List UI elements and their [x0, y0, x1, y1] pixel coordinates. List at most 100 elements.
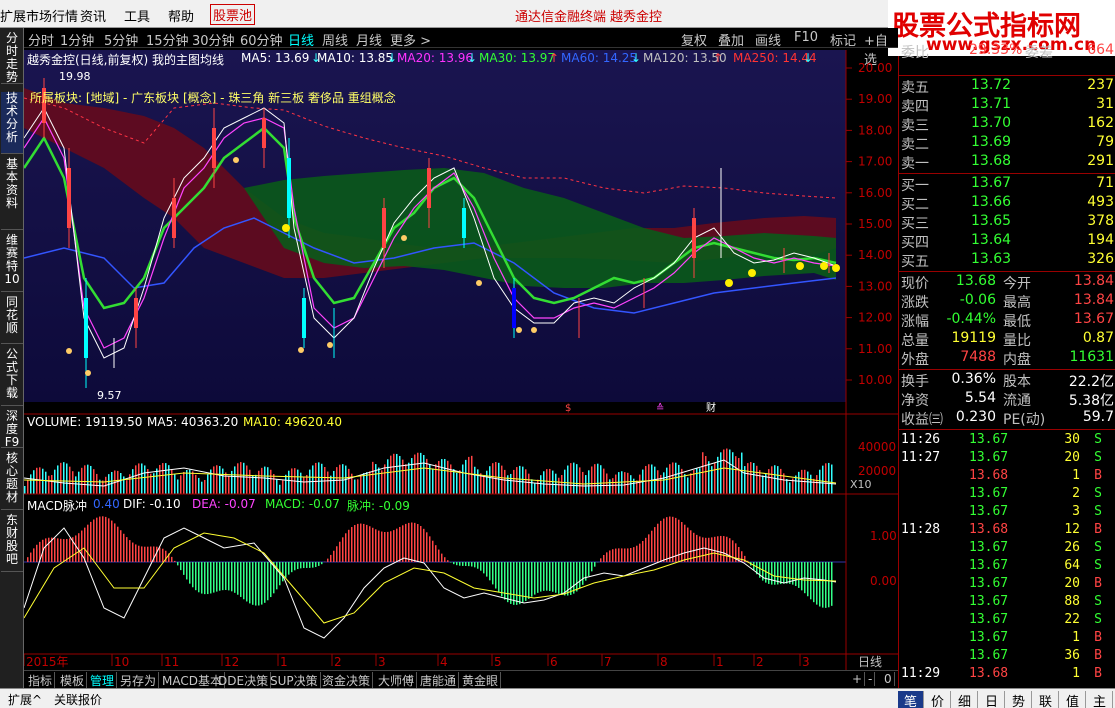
- quote-tab-6[interactable]: 值: [1060, 691, 1086, 708]
- quote-tab-7[interactable]: 主: [1087, 691, 1113, 708]
- zoom-button-0[interactable]: +: [850, 672, 866, 686]
- indicator-tab-10[interactable]: 黄金眼: [460, 672, 502, 689]
- macd-bar: [807, 562, 809, 597]
- restore-rights-button[interactable]: 复权: [681, 30, 707, 49]
- volume-bar: [222, 468, 224, 494]
- dif-label: DIF: -0.10: [123, 497, 181, 511]
- menu-extended-market[interactable]: 扩展市场行情: [0, 6, 78, 25]
- fundamental-row-label: 净资: [901, 393, 929, 409]
- bid-row[interactable]: 买五 13.63 326: [899, 251, 1115, 270]
- volume-bar: [417, 452, 419, 494]
- volume-bar: [87, 464, 89, 494]
- indicator-tab-9[interactable]: 唐能通: [418, 672, 460, 689]
- indicator-tab-6[interactable]: SUP决策: [268, 672, 321, 689]
- volume-bar: [261, 467, 263, 494]
- indicator-tab-3[interactable]: 另存为: [118, 672, 160, 689]
- macd-bar: [144, 546, 146, 562]
- period-5min[interactable]: 5分钟: [104, 30, 138, 49]
- event-marker[interactable]: ≙: [656, 402, 664, 414]
- tab-core-theme[interactable]: 核心题材: [1, 452, 23, 510]
- period-intraday[interactable]: 分时: [28, 30, 54, 49]
- tab-technical[interactable]: 技术分析: [1, 92, 23, 154]
- period-60min[interactable]: 60分钟: [240, 30, 283, 49]
- menu-stock-pool[interactable]: 股票池: [210, 4, 256, 25]
- ask-row[interactable]: 卖二 13.69 79: [899, 134, 1115, 153]
- indicator-tab-0[interactable]: 指标: [26, 672, 56, 689]
- ask-row[interactable]: 卖五 13.72 237: [899, 77, 1115, 96]
- left-side-tabs: 分时走势 技术分析 基本资料 维赛特10 同花顺 公式下载 深度F9 核心题材 …: [0, 28, 24, 688]
- tab-eastmoney-bar[interactable]: 东财股吧: [1, 514, 23, 572]
- macd-bar: [753, 562, 755, 571]
- menu-tools[interactable]: 工具: [124, 6, 150, 25]
- tab-weisaite[interactable]: 维赛特10: [1, 234, 23, 292]
- tick-volume: 3: [1072, 504, 1080, 519]
- tab-tonghuashun[interactable]: 同花顺: [1, 296, 23, 344]
- period-1min[interactable]: 1分钟: [60, 30, 94, 49]
- fundamental-row-value: 0.36%: [951, 371, 996, 387]
- quote-tab-3[interactable]: 日: [979, 691, 1005, 708]
- indicator-tab-8[interactable]: 大师傅: [376, 672, 418, 689]
- tab-formula-download[interactable]: 公式下载: [1, 348, 23, 406]
- indicator-tab-7[interactable]: 资金决策: [320, 672, 374, 689]
- ma-label-2: MA20: 13.96: [397, 51, 474, 65]
- dividend-marker[interactable]: $: [565, 403, 571, 414]
- quote-tab-0[interactable]: 笔: [898, 691, 924, 708]
- mark-button[interactable]: 标记: [830, 30, 856, 49]
- menu-help[interactable]: 帮助: [168, 6, 194, 25]
- stat-row: 现价 13.68 今开 13.84: [899, 273, 1115, 292]
- zoom-button-1[interactable]: -: [866, 672, 876, 686]
- indicator-tab-2[interactable]: 管理: [88, 672, 118, 689]
- volume-bar: [573, 462, 575, 494]
- volume-bar: [456, 472, 458, 494]
- fundamental-row: 换手 0.36% 股本 22.2亿: [899, 371, 1115, 390]
- period-15min[interactable]: 15分钟: [146, 30, 189, 49]
- quote-tab-5[interactable]: 联: [1033, 691, 1059, 708]
- quote-tab-4[interactable]: 势: [1006, 691, 1032, 708]
- volume-bar: [630, 475, 632, 494]
- period-daily[interactable]: 日线: [288, 30, 314, 49]
- period-more[interactable]: 更多 >: [390, 30, 431, 49]
- volume-bar: [771, 466, 773, 494]
- macd-bar: [609, 550, 611, 562]
- ask-row[interactable]: 卖一 13.68 291: [899, 153, 1115, 172]
- macd-bar: [246, 562, 248, 602]
- ask-row[interactable]: 卖四 13.71 31: [899, 96, 1115, 115]
- x-tick-label: 8: [660, 655, 668, 669]
- f10-button[interactable]: F10: [794, 30, 818, 45]
- tab-intraday[interactable]: 分时走势: [1, 32, 23, 84]
- bid-row[interactable]: 买三 13.65 378: [899, 213, 1115, 232]
- volume-bar: [342, 464, 344, 494]
- zoom-button-2[interactable]: 0: [882, 672, 895, 686]
- indicator-tab-5[interactable]: DDE决策: [216, 672, 272, 689]
- period-monthly[interactable]: 月线: [356, 30, 382, 49]
- related-quotes-button[interactable]: 关联报价: [54, 691, 102, 708]
- macd-bar: [438, 549, 440, 562]
- bid-row[interactable]: 买二 13.66 493: [899, 194, 1115, 213]
- chart-area[interactable]: 19.98 9.57 $ ≙ 财 2 0.00 19.00 18.00 17.00 16.…: [24, 48, 898, 670]
- fundamental-row-value2: 22.2亿: [1068, 374, 1114, 390]
- expand-toggle[interactable]: 扩展^: [8, 691, 42, 708]
- volume-bar: [237, 463, 239, 494]
- quote-tab-2[interactable]: 细: [952, 691, 978, 708]
- period-30min[interactable]: 30分钟: [192, 30, 235, 49]
- macd-bar: [309, 562, 311, 568]
- period-weekly[interactable]: 周线: [322, 30, 348, 49]
- macd-indicator-name[interactable]: MACD脉冲: [27, 497, 87, 514]
- ask-volume: 31: [1096, 96, 1114, 112]
- tab-fundamentals[interactable]: 基本资料: [1, 158, 23, 230]
- draw-line-button[interactable]: 画线: [755, 30, 781, 49]
- bid-row[interactable]: 买一 13.67 71: [899, 175, 1115, 194]
- ask-row[interactable]: 卖三 13.70 162: [899, 115, 1115, 134]
- macd-bar: [219, 562, 221, 591]
- tab-depth-f9[interactable]: 深度F9: [1, 410, 23, 449]
- bid-row[interactable]: 买四 13.64 194: [899, 232, 1115, 251]
- x-tick-label: 4: [440, 655, 448, 669]
- macd-bar: [57, 538, 59, 562]
- finance-marker[interactable]: 财: [706, 401, 716, 414]
- indicator-tab-1[interactable]: 模板: [58, 672, 88, 689]
- macd-bar: [63, 539, 65, 562]
- menu-info[interactable]: 资讯: [80, 6, 106, 25]
- volume-bar: [735, 456, 737, 494]
- quote-tab-1[interactable]: 价: [925, 691, 951, 708]
- overlay-button[interactable]: 叠加: [718, 30, 744, 49]
